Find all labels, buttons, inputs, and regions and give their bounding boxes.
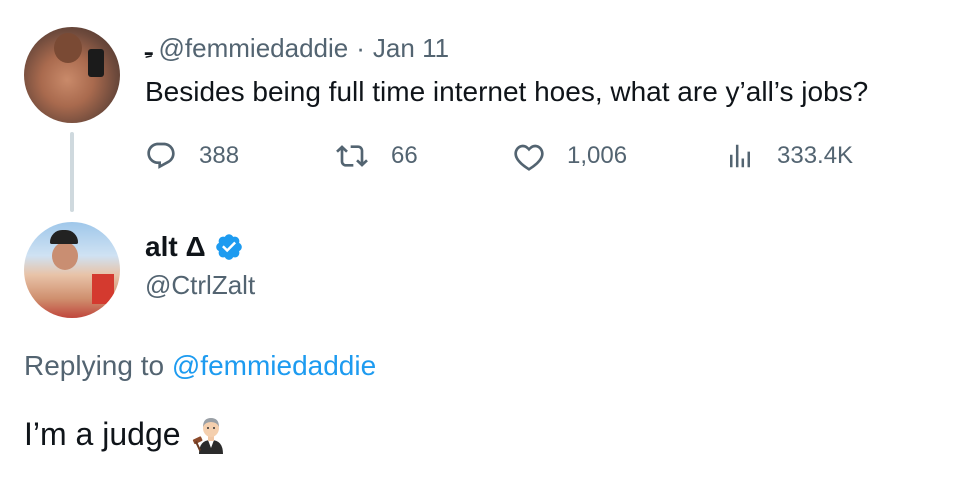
avatar-face-shape	[52, 242, 78, 270]
separator-dot: ·	[356, 32, 365, 63]
parent-date[interactable]: Jan 11	[373, 33, 449, 64]
avatar-phone-shape	[88, 49, 104, 77]
like-count: 1,006	[567, 142, 628, 169]
reply-tweet-text: I’m a judge	[24, 415, 181, 452]
replying-to-handle-link[interactable]: @femmiedaddie	[172, 350, 376, 381]
replying-to-prefix: Replying to	[24, 350, 172, 381]
bar-chart-icon	[725, 141, 755, 171]
action-bar: 388 66 1,006 333.4K	[145, 138, 905, 174]
parent-header: ـِ @femmiedaddie · Jan 11	[145, 30, 449, 66]
reply-tweet-text-row: I’m a judge	[24, 414, 231, 454]
parent-handle[interactable]: @femmiedaddie	[159, 33, 349, 64]
reply-name-row[interactable]: alt Δ	[145, 228, 244, 266]
like-button[interactable]: 1,006	[513, 138, 627, 174]
views-count: 333.4K	[777, 142, 854, 169]
retweet-button[interactable]: 66	[335, 138, 418, 174]
reply-button[interactable]: 388	[145, 138, 239, 174]
replying-to-line: Replying to @femmiedaddie	[24, 350, 376, 382]
retweet-icon	[335, 140, 369, 172]
avatar-head-shape	[54, 33, 82, 63]
avatar-cap-shape	[50, 230, 78, 244]
comment-bubble-icon	[145, 140, 177, 172]
views-button[interactable]: 333.4K	[725, 138, 853, 174]
verified-badge-icon	[206, 232, 244, 262]
name-mark[interactable]: ـِ	[145, 35, 153, 61]
parent-tweet[interactable]: ـِ @femmiedaddie · Jan 11 Besides being …	[0, 0, 959, 210]
parent-tweet-text: Besides being full time internet hoes, w…	[145, 76, 869, 107]
parent-avatar[interactable]	[24, 27, 120, 123]
retweet-count: 66	[391, 142, 418, 169]
heart-icon	[513, 140, 545, 172]
thread-connector-line	[70, 132, 74, 212]
judge-emoji	[181, 414, 231, 454]
reply-count: 388	[199, 142, 240, 169]
reply-display-name[interactable]: alt Δ	[145, 231, 206, 263]
reply-avatar[interactable]	[24, 222, 120, 318]
avatar-flag-shape	[92, 274, 114, 304]
reply-handle[interactable]: @CtrlZalt	[145, 270, 255, 301]
